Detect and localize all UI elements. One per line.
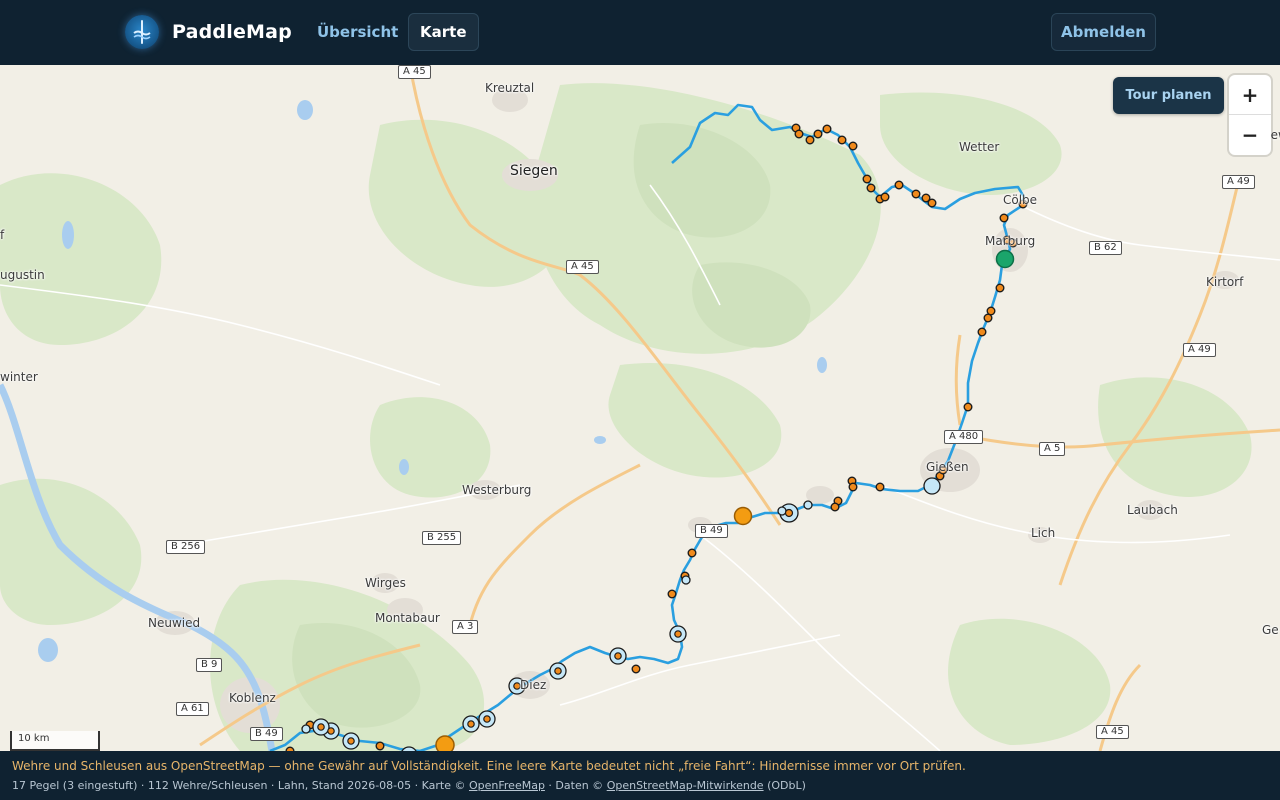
place-label: Laubach	[1127, 503, 1178, 517]
road-shield: A 49	[1222, 175, 1255, 189]
road-shield: A 45	[1096, 725, 1129, 739]
road-shield: A 45	[566, 260, 599, 274]
place-label: ugustin	[0, 268, 45, 282]
stats-text: 17 Pegel (3 eingestuft) · 112 Wehre/Schl…	[12, 779, 466, 792]
map-view[interactable]: Kreuztal Siegen Wetter Cölbe Marburg Kir…	[0, 65, 1280, 751]
place-label: Lich	[1031, 526, 1056, 540]
road-shield: B 255	[422, 531, 462, 545]
nav-map-link[interactable]: Karte	[408, 13, 479, 51]
road-shield: A 3	[452, 620, 479, 634]
gauge-mid-marker[interactable]	[733, 506, 753, 526]
gauge-lower-marker[interactable]	[435, 735, 455, 751]
brand-name: PaddleMap	[172, 21, 292, 43]
place-label: f	[0, 228, 5, 242]
road-shield: A 45	[398, 65, 431, 79]
brand[interactable]: PaddleMap	[125, 15, 292, 49]
license-text: (ODbL)	[767, 779, 806, 792]
place-label: Wirges	[365, 576, 406, 590]
attribution: 17 Pegel (3 eingestuft) · 112 Wehre/Schl…	[12, 779, 1268, 792]
nav-overview-link[interactable]: Übersicht	[306, 13, 409, 51]
plan-tour-button[interactable]: Tour planen	[1113, 77, 1224, 114]
road-shield: A 49	[1183, 343, 1216, 357]
road-shield: B 49	[250, 727, 283, 741]
place-label: Siegen	[510, 163, 558, 179]
place-label: Koblenz	[229, 691, 276, 705]
place-label: Cölbe	[1003, 193, 1038, 207]
zoom-out-button[interactable]: −	[1229, 115, 1271, 155]
top-navigation-bar: PaddleMap Übersicht Karte Abmelden	[0, 0, 1280, 65]
road-shield: B 49	[695, 524, 728, 538]
road-shield: A 5	[1039, 442, 1066, 456]
road-shield: B 9	[196, 658, 223, 672]
place-label: Wetter	[959, 140, 1000, 154]
logout-button[interactable]: Abmelden	[1051, 13, 1156, 51]
openfreemap-link[interactable]: OpenFreeMap	[469, 779, 545, 792]
zoom-in-button[interactable]: +	[1229, 75, 1271, 115]
data-prefix: · Daten ©	[548, 779, 604, 792]
scale-bar: 10 km	[10, 731, 100, 751]
obstacle-warning: Wehre und Schleusen aus OpenStreetMap — …	[12, 759, 966, 773]
place-label: Kreuztal	[485, 81, 535, 95]
road-shield: A 61	[176, 702, 209, 716]
footer: Wehre und Schleusen aus OpenStreetMap — …	[0, 751, 1280, 800]
road-shield: A 480	[944, 430, 984, 444]
place-label: Westerburg	[462, 483, 532, 497]
place-label: Diez	[520, 678, 547, 692]
place-label: Kirtorf	[1206, 275, 1244, 289]
place-label: Gießen	[926, 460, 969, 474]
forest-areas	[0, 83, 1252, 751]
osm-link[interactable]: OpenStreetMap-Mitwirkende	[607, 779, 764, 792]
paddle-logo-icon	[125, 15, 159, 49]
place-label: Marburg	[985, 234, 1036, 248]
basemap	[0, 65, 1280, 751]
road-shield: B 62	[1089, 241, 1122, 255]
road-shield: B 256	[166, 540, 206, 554]
place-label: Neuwied	[148, 616, 201, 630]
place-label: winter	[0, 370, 38, 384]
gauge-marburg-marker[interactable]	[995, 249, 1015, 269]
place-label: Ge	[1262, 623, 1279, 637]
zoom-control: + −	[1229, 75, 1271, 155]
place-label: Montabaur	[375, 611, 440, 625]
